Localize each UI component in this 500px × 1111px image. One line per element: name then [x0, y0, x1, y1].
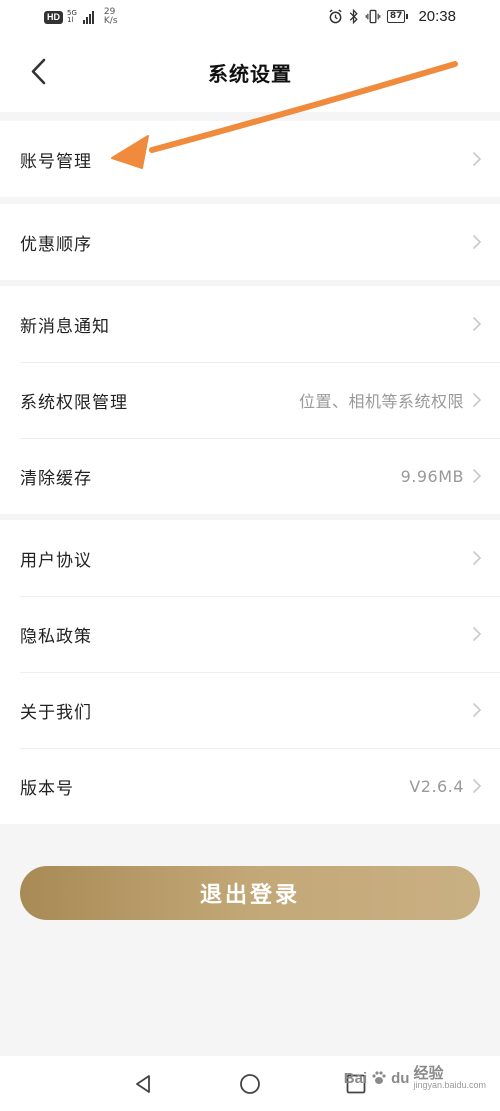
row-arrow: [470, 548, 484, 568]
row-privacy-policy[interactable]: 隐私政策: [0, 596, 500, 672]
chevron-right-icon: [473, 551, 482, 565]
battery-level: 87: [386, 10, 406, 23]
row-clear-cache[interactable]: 清除缓存 9.96MB: [0, 438, 500, 514]
row-label: 版本号: [20, 778, 74, 799]
chevron-right-icon: [473, 469, 482, 483]
network-type: 5G 1l: [67, 10, 77, 24]
row-arrow: [470, 624, 484, 644]
row-label: 关于我们: [20, 702, 92, 723]
paw-icon: [372, 1071, 386, 1084]
chevron-right-icon: [473, 703, 482, 717]
row-discount-order[interactable]: 优惠顺序: [0, 204, 500, 280]
row-about-us[interactable]: 关于我们: [0, 672, 500, 748]
row-version[interactable]: 版本号 V2.6.4: [0, 748, 500, 824]
baidu-jingyan-watermark: Bai du 经验 jingyan.baidu.com: [344, 1066, 486, 1090]
clock: 20:38: [418, 8, 456, 25]
row-label: 系统权限管理: [20, 392, 128, 413]
row-label: 新消息通知: [20, 316, 110, 337]
status-bar: HD 5G 1l 29 K/s 87 20:38: [0, 0, 500, 36]
chevron-right-icon: [473, 235, 482, 249]
chevron-right-icon: [473, 152, 482, 166]
row-value: V2.6.4: [409, 776, 464, 796]
row-label: 清除缓存: [20, 468, 92, 489]
page-title: 系统设置: [208, 62, 292, 86]
network-speed: 29 K/s: [104, 8, 118, 26]
row-value: 位置、相机等系统权限: [298, 392, 464, 411]
alarm-icon: [329, 9, 342, 24]
row-user-agreement[interactable]: 用户协议: [0, 520, 500, 596]
bluetooth-icon: [349, 9, 358, 24]
row-label: 隐私政策: [20, 626, 92, 647]
network-sub-label: 1l: [67, 16, 74, 24]
row-label: 账号管理: [20, 151, 92, 172]
row-arrow: [470, 700, 484, 720]
settings-group-about: 用户协议 隐私政策 关于我们 版本号 V2.6.4: [0, 520, 500, 824]
circle-home-icon[interactable]: [239, 1073, 261, 1095]
row-value: 9.96MB: [400, 466, 464, 486]
chevron-right-icon: [473, 627, 482, 641]
status-right: 87 20:38: [328, 8, 456, 25]
row-arrow: [470, 390, 484, 410]
signal-icon: [82, 10, 94, 24]
nav-bar: 系统设置: [0, 36, 500, 112]
triangle-back-icon[interactable]: [132, 1073, 154, 1095]
watermark-bai: Bai: [343, 1069, 368, 1087]
watermark-jingyan: 经验: [413, 1065, 444, 1082]
watermark-url: jingyan.baidu.com: [413, 1080, 486, 1090]
watermark-du: du: [391, 1069, 410, 1087]
chevron-right-icon: [473, 317, 482, 331]
battery-icon: 87: [386, 10, 409, 23]
settings-group-discount: 优惠顺序: [0, 204, 500, 280]
chevron-right-icon: [473, 393, 482, 407]
settings-group-account: 账号管理: [0, 121, 500, 197]
speed-unit: K/s: [103, 16, 118, 26]
row-label: 优惠顺序: [20, 234, 92, 255]
settings-group-system: 新消息通知 系统权限管理 位置、相机等系统权限 清除缓存 9.96MB: [0, 286, 500, 514]
vibrate-icon: [365, 9, 381, 24]
row-arrow: [470, 149, 484, 169]
logout-button[interactable]: 退出登录: [20, 866, 480, 920]
row-arrow: [470, 776, 484, 796]
row-label: 用户协议: [20, 550, 92, 571]
row-system-permissions[interactable]: 系统权限管理 位置、相机等系统权限: [0, 362, 500, 438]
hd-badge: HD: [44, 10, 63, 24]
chevron-right-icon: [473, 779, 482, 793]
row-arrow: [470, 466, 484, 486]
row-arrow: [470, 314, 484, 334]
row-account-management[interactable]: 账号管理: [0, 121, 500, 197]
status-left: HD 5G 1l 29 K/s: [44, 8, 118, 26]
row-arrow: [470, 232, 484, 252]
row-new-message-notification[interactable]: 新消息通知: [0, 286, 500, 362]
